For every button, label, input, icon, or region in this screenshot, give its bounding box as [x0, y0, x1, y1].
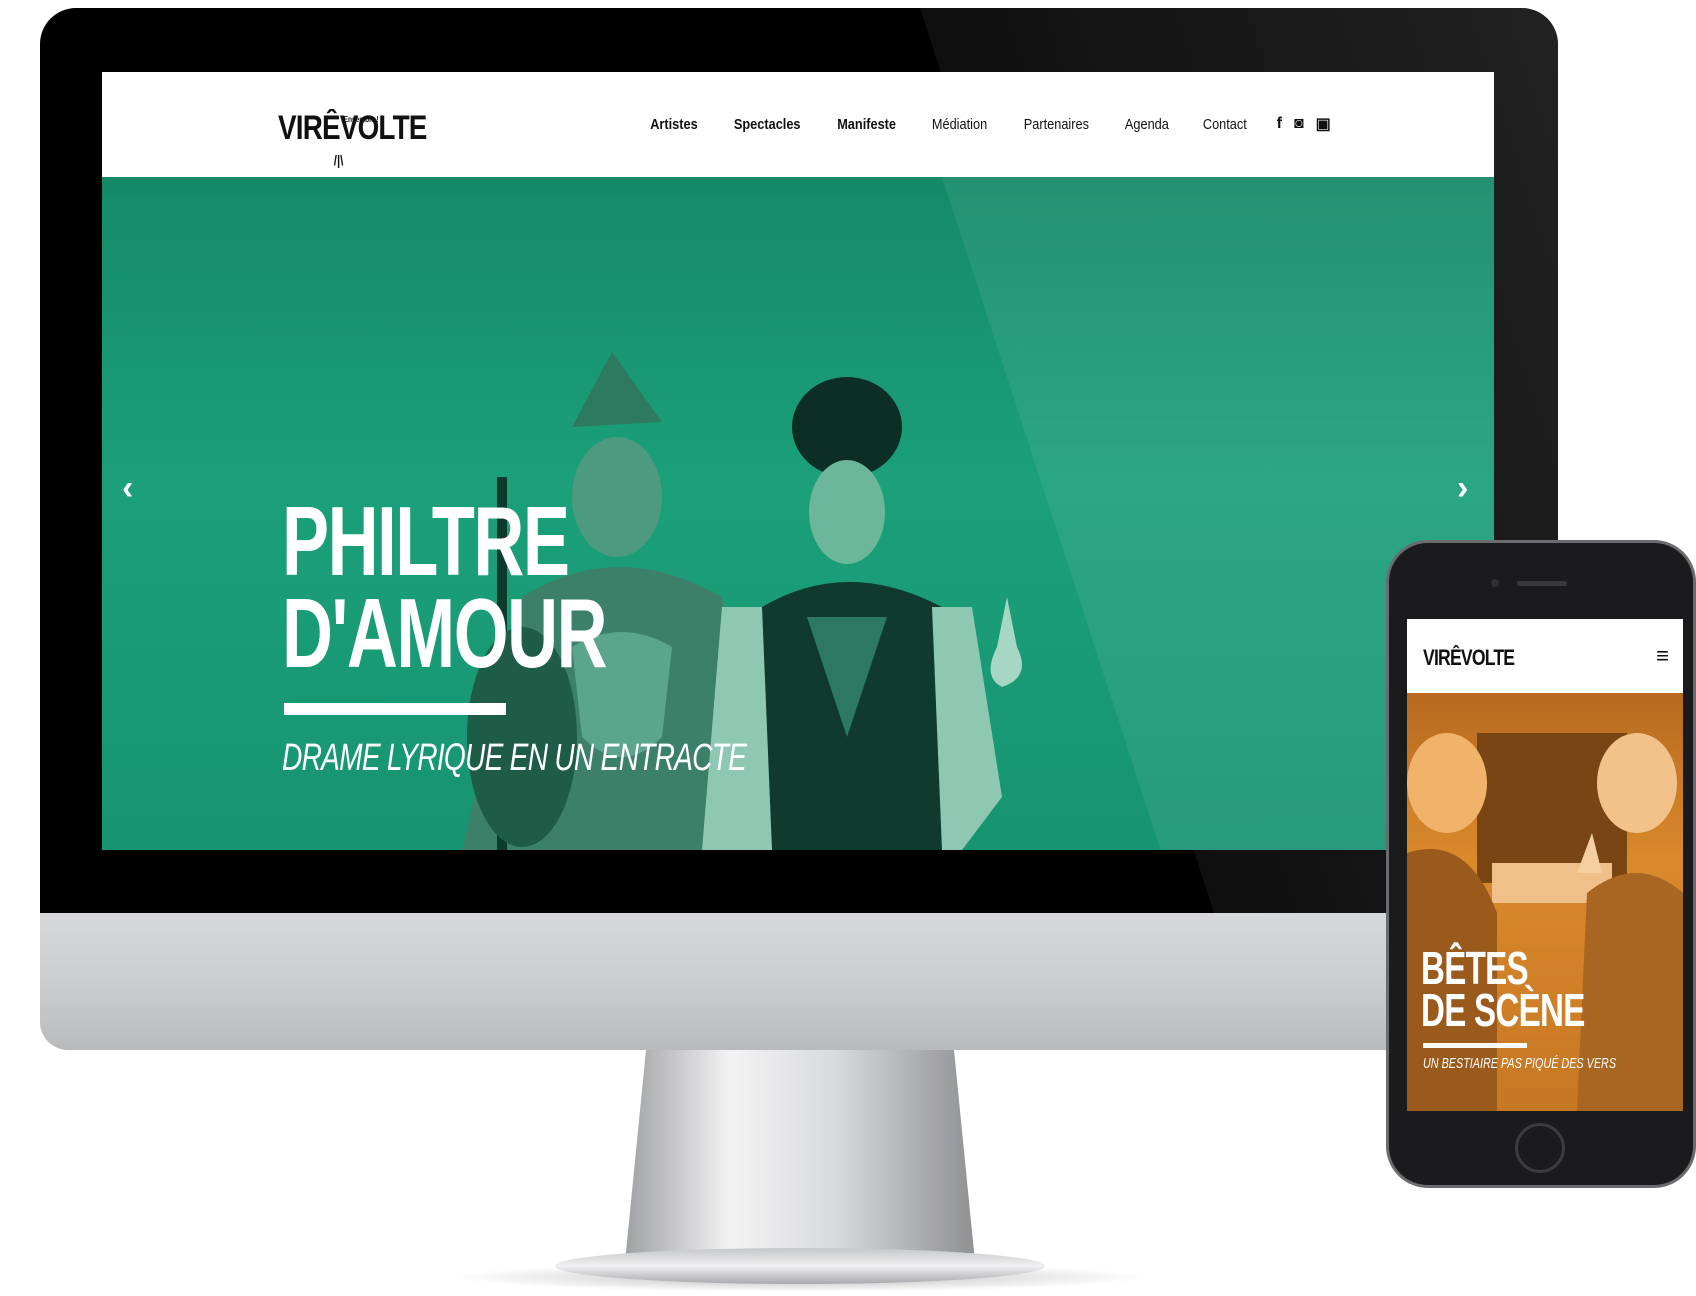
social-links: f ◙ ▣: [1277, 114, 1331, 134]
next-slide-arrow[interactable]: ›: [1457, 469, 1468, 508]
imac-stand-foot: [555, 1248, 1045, 1284]
logo-rays-icon: /|\: [333, 152, 344, 168]
nav-item-contact[interactable]: Contact: [1203, 116, 1247, 133]
nav-item-partenaires[interactable]: Partenaires: [1024, 116, 1089, 133]
mobile-hero: BÊTES DE SCÈNE UN BESTIAIRE PAS PIQUÉ DE…: [1407, 693, 1683, 1111]
lady-figure: [702, 377, 1022, 850]
nav-item-agenda[interactable]: Agenda: [1125, 116, 1169, 133]
phone-speaker: [1517, 581, 1567, 586]
logo-tagline: Ensemble !: [343, 115, 379, 124]
site-header: VIRÊVOLTE Ensemble ! /|\ Artistes Specta…: [102, 72, 1494, 177]
facebook-icon[interactable]: f: [1277, 115, 1282, 133]
instagram-icon[interactable]: ◙: [1294, 115, 1304, 133]
mobile-hero-underline: [1423, 1043, 1527, 1048]
hero-title-line2: D'AMOUR: [282, 578, 608, 688]
mobile-hero-photo: [1407, 733, 1683, 1111]
mobile-hero-title-line1: BÊTES: [1421, 942, 1529, 994]
nav-item-artistes[interactable]: Artistes: [650, 116, 697, 133]
hero-title: PHILTRE D'AMOUR: [282, 486, 608, 688]
mobile-hero-title-line2: DE SCÈNE: [1421, 984, 1585, 1036]
hero-subtitle: DRAME LYRIQUE EN UN ENTRACTE: [282, 737, 747, 779]
mobile-hero-subtitle: UN BESTIAIRE PAS PIQUÉ DES VERS: [1423, 1055, 1617, 1072]
site-logo[interactable]: VIRÊVOLTE Ensemble ! /|\: [278, 109, 427, 168]
mobile-screen: VIRÊVOLTE ≡ BÊTES DE SCÈNE UN BESTIAIRE …: [1407, 619, 1683, 1111]
phone-device: VIRÊVOLTE ≡ BÊTES DE SCÈNE UN BESTIAIRE …: [1386, 540, 1696, 1188]
imac-stand-neck: [625, 1050, 975, 1262]
main-nav: Artistes Spectacles Manifeste Médiation …: [646, 114, 1331, 134]
mobile-hero-title: BÊTES DE SCÈNE: [1421, 942, 1585, 1036]
phone-home-button[interactable]: [1515, 1123, 1565, 1173]
nav-item-spectacles[interactable]: Spectacles: [734, 116, 801, 133]
logo-text-before: VI: [278, 109, 304, 147]
hero-slider: ‹ › PHILTRE D'AMOUR DRAME LYRIQUE EN UN …: [102, 177, 1494, 850]
nav-item-mediation[interactable]: Médiation: [932, 116, 987, 133]
desktop-screen: VIRÊVOLTE Ensemble ! /|\ Artistes Specta…: [102, 72, 1494, 850]
youtube-icon[interactable]: ▣: [1316, 114, 1331, 134]
nav-item-manifeste[interactable]: Manifeste: [837, 116, 896, 133]
imac-chin: [40, 913, 1558, 1050]
hero-title-line1: PHILTRE: [282, 486, 570, 596]
prev-slide-arrow[interactable]: ‹: [122, 469, 133, 508]
hero-underline: [284, 703, 506, 715]
mobile-logo[interactable]: VIRÊVOLTE: [1423, 645, 1515, 671]
phone-camera: [1491, 579, 1499, 587]
hamburger-menu-icon[interactable]: ≡: [1656, 643, 1669, 669]
mobile-header: VIRÊVOLTE ≡: [1407, 619, 1683, 693]
